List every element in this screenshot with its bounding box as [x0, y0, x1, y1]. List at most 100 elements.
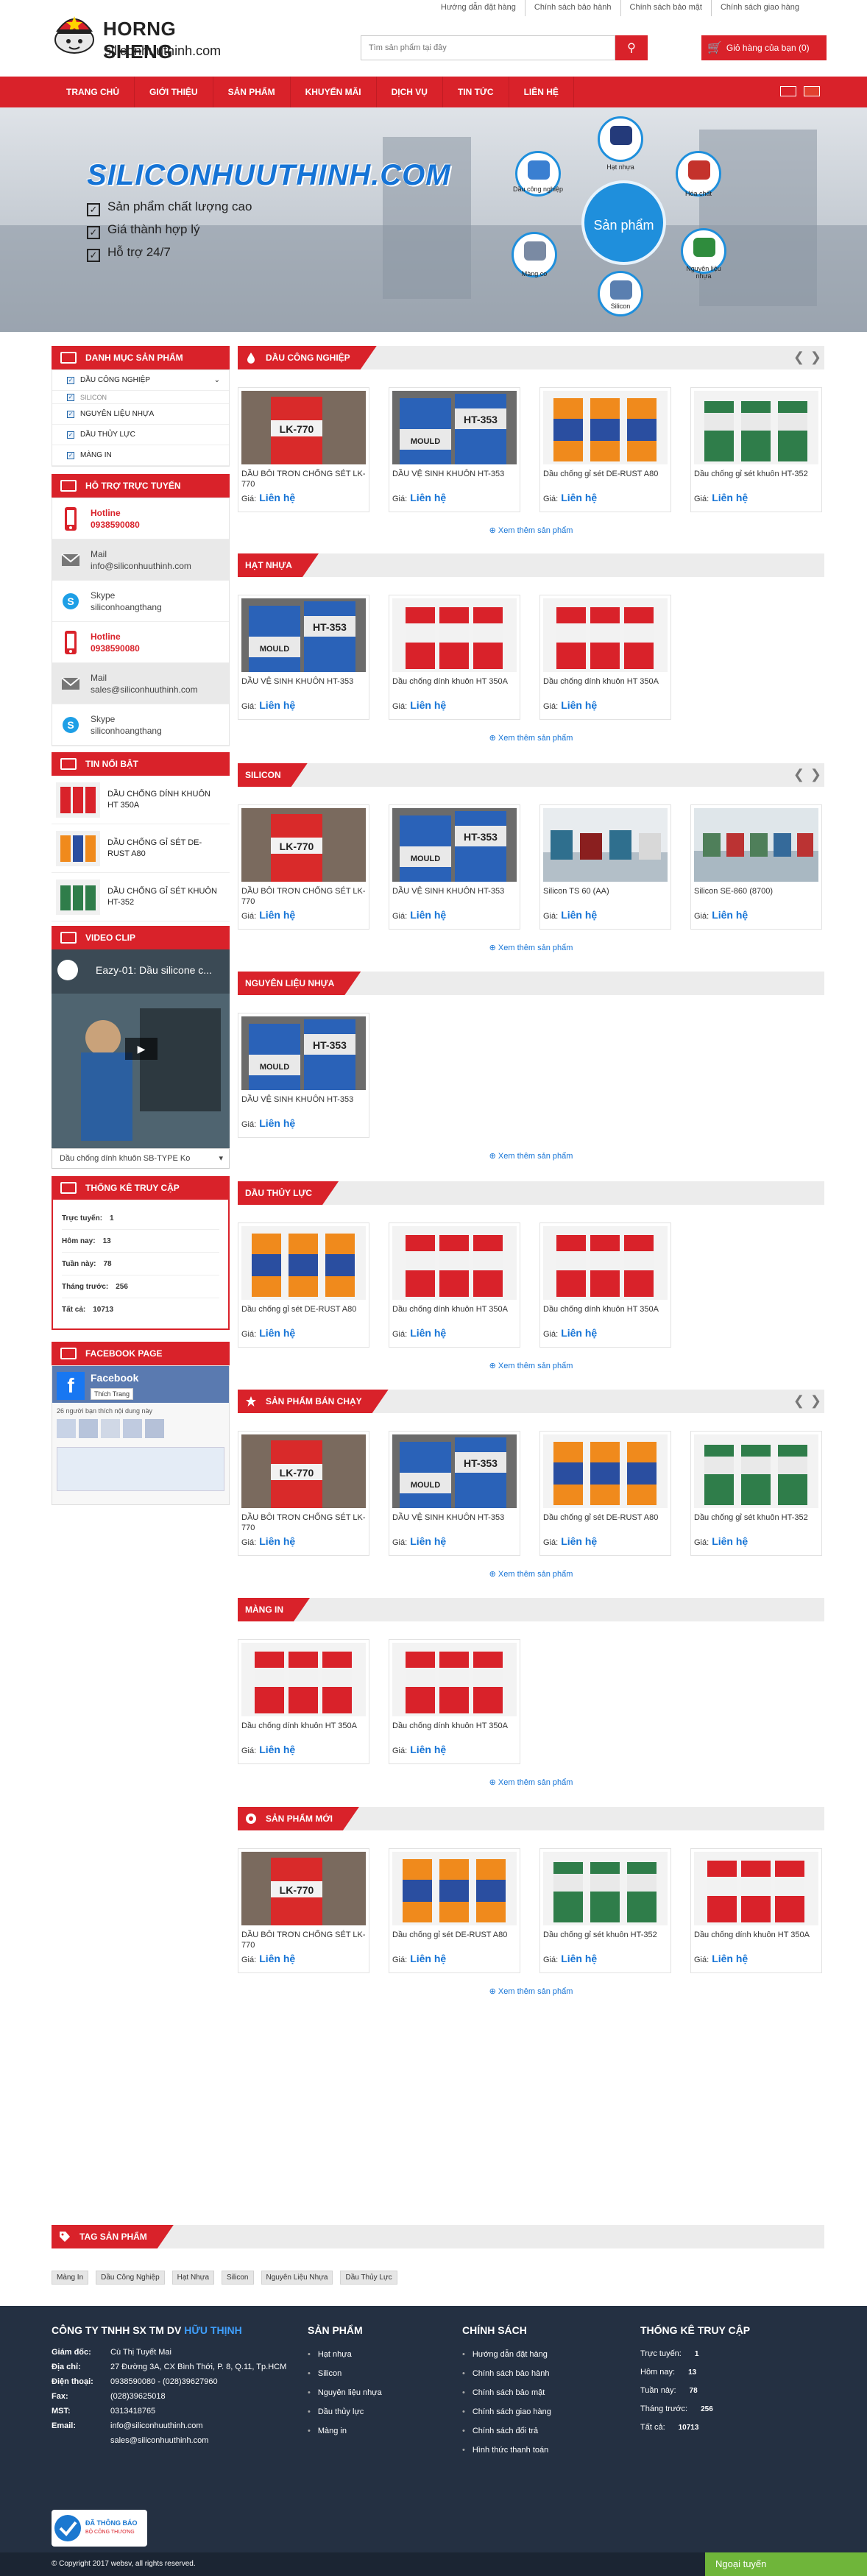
- chevron-left-icon[interactable]: ❮: [793, 1394, 804, 1407]
- footer-link[interactable]: Chính sách bảo hành: [462, 2364, 551, 2383]
- product-image[interactable]: MOULD HT-353: [392, 808, 517, 882]
- news-item[interactable]: DẦU CHỐNG DÍNH KHUÔN HT 350A: [52, 776, 230, 824]
- product-card[interactable]: MOULD HT-353 DẦU VỆ SINH KHUÔN HT-353 Giá: L…: [238, 1013, 369, 1138]
- registered-badge-icon[interactable]: [52, 2510, 147, 2547]
- product-name[interactable]: Dầu chống dính khuôn HT 350A: [392, 676, 517, 687]
- product-image[interactable]: [543, 1434, 668, 1508]
- footer-link[interactable]: Dầu thủy lực: [308, 2402, 382, 2421]
- product-card[interactable]: Dầu chống dính khuôn HT 350A Giá: Liên hệ: [389, 1222, 520, 1348]
- product-card[interactable]: Dầu chống gỉ sét DE-RUST A80 Giá: Liên hệ: [539, 1431, 671, 1556]
- news-item[interactable]: DẦU CHỐNG GỈ SÉT KHUÔN HT-352: [52, 873, 230, 921]
- product-card[interactable]: MOULD HT-353 DẦU VỆ SINH KHUÔN HT-353 Giá: L…: [238, 595, 369, 720]
- nav-products[interactable]: SẢN PHẨM: [213, 77, 291, 107]
- product-image[interactable]: [241, 1226, 366, 1300]
- tag-item[interactable]: Silicon: [222, 2271, 254, 2285]
- product-card[interactable]: Dầu chống dính khuôn HT 350A Giá: Liên hệ: [389, 1639, 520, 1764]
- product-image[interactable]: LK-770: [241, 1434, 366, 1508]
- product-name[interactable]: DẦU BÔI TRƠN CHỐNG SÉT LK-770: [241, 469, 367, 489]
- flag-vn-icon[interactable]: [780, 86, 796, 96]
- flag-cn-icon[interactable]: [804, 86, 820, 96]
- product-card[interactable]: Dầu chống dính khuôn HT 350A Giá: Liên hệ: [389, 595, 520, 720]
- video-select[interactable]: Dầu chống dính khuôn SB-TYPE Ko ▾: [52, 1148, 230, 1169]
- chevron-right-icon[interactable]: ❯: [810, 768, 821, 781]
- play-icon[interactable]: ▶: [125, 1038, 158, 1060]
- product-card[interactable]: MOULD HT-353 DẦU VỆ SINH KHUÔN HT-353 Giá: L…: [389, 1431, 520, 1556]
- footer-link[interactable]: Màng in: [308, 2421, 382, 2441]
- section-title[interactable]: MÀNG IN: [238, 1598, 310, 1621]
- product-card[interactable]: MOULD HT-353 DẦU VỆ SINH KHUÔN HT-353 Giá: L…: [389, 804, 520, 930]
- nav-services[interactable]: DỊCH VỤ: [377, 77, 443, 107]
- product-name[interactable]: DẦU BÔI TRƠN CHỐNG SÉT LK-770: [241, 1512, 367, 1533]
- category-item[interactable]: ✓ SILICON: [52, 391, 229, 404]
- view-more-link[interactable]: ⊕ Xem thêm sản phẩm: [238, 1986, 824, 1996]
- footer-link[interactable]: Chính sách đổi trả: [462, 2421, 551, 2441]
- chevron-left-icon[interactable]: ❮: [793, 350, 804, 364]
- product-image[interactable]: MOULD HT-353: [392, 391, 517, 464]
- product-image[interactable]: LK-770: [241, 1852, 366, 1925]
- section-title[interactable]: DẦU THỦY LỰC: [238, 1181, 339, 1205]
- product-card[interactable]: Dầu chống dính khuôn HT 350A Giá: Liên hệ: [238, 1639, 369, 1764]
- product-image[interactable]: [543, 1852, 668, 1925]
- product-name[interactable]: DẦU VỆ SINH KHUÔN HT-353: [392, 469, 517, 479]
- product-image[interactable]: [392, 1852, 517, 1925]
- site-logo[interactable]: HORNG SHENG siliconhuuthinh.com: [52, 10, 243, 69]
- cart-button[interactable]: 🛒 Giỏ hàng của bạn (0): [701, 35, 827, 60]
- product-name[interactable]: DẦU VỆ SINH KHUÔN HT-353: [392, 1512, 517, 1523]
- product-name[interactable]: Dầu chống gỉ sét DE-RUST A80: [543, 469, 668, 479]
- product-card[interactable]: Dầu chống gỉ sét DE-RUST A80 Giá: Liên hệ: [539, 387, 671, 512]
- video-player[interactable]: Eazy-01: Dầu silicone c... ▶: [52, 949, 230, 1148]
- product-image[interactable]: MOULD HT-353: [241, 598, 366, 672]
- product-name[interactable]: Dầu chống gỉ sét DE-RUST A80: [392, 1930, 517, 1940]
- product-name[interactable]: Dầu chống dính khuôn HT 350A: [392, 1304, 517, 1314]
- section-title[interactable]: HẠT NHỰA: [238, 553, 319, 577]
- view-more-link[interactable]: ⊕ Xem thêm sản phẩm: [238, 943, 824, 952]
- product-card[interactable]: Silicon TS 60 (AA) Giá: Liên hệ: [539, 804, 671, 930]
- product-name[interactable]: Silicon SE-860 (8700): [694, 886, 819, 896]
- product-card[interactable]: MOULD HT-353 DẦU VỆ SINH KHUÔN HT-353 Giá: L…: [389, 387, 520, 512]
- product-image[interactable]: [694, 1434, 818, 1508]
- product-image[interactable]: [392, 1643, 517, 1716]
- chevron-right-icon[interactable]: ❯: [810, 1394, 821, 1407]
- product-card[interactable]: Dầu chống dính khuôn HT 350A Giá: Liên hệ: [539, 1222, 671, 1348]
- product-name[interactable]: Dầu chống gỉ sét khuôn HT-352: [694, 1512, 819, 1523]
- footer-link[interactable]: Hình thức thanh toán: [462, 2441, 551, 2460]
- product-image[interactable]: MOULD HT-353: [392, 1434, 517, 1508]
- footer-link[interactable]: Chính sách giao hàng: [462, 2402, 551, 2421]
- product-name[interactable]: DẦU VỆ SINH KHUÔN HT-353: [241, 1094, 367, 1105]
- product-name[interactable]: Dầu chống dính khuôn HT 350A: [543, 1304, 668, 1314]
- support-item[interactable]: Hotline 0938590080: [52, 622, 229, 663]
- product-name[interactable]: Dầu chống gỉ sét khuôn HT-352: [694, 469, 819, 479]
- product-card[interactable]: LK-770 DẦU BÔI TRƠN CHỐNG SÉT LK-770 Giá: L…: [238, 1431, 369, 1556]
- product-name[interactable]: Dầu chống dính khuôn HT 350A: [241, 1721, 367, 1731]
- product-card[interactable]: Dầu chống dính khuôn HT 350A Giá: Liên hệ: [539, 595, 671, 720]
- product-card[interactable]: Dầu chống gỉ sét khuôn HT-352 Giá: Liên hệ: [690, 387, 822, 512]
- product-name[interactable]: Dầu chống dính khuôn HT 350A: [392, 1721, 517, 1731]
- search-button[interactable]: ⚲: [615, 35, 648, 60]
- category-item[interactable]: ✓ MÀNG IN: [52, 445, 229, 466]
- product-card[interactable]: Dầu chống gỉ sét khuôn HT-352 Giá: Liên hệ: [539, 1848, 671, 1973]
- nav-home[interactable]: TRANG CHỦ: [52, 77, 135, 107]
- product-card[interactable]: Silicon SE-860 (8700) Giá: Liên hệ: [690, 804, 822, 930]
- section-title[interactable]: SILICON: [238, 763, 308, 787]
- tag-item[interactable]: Hạt Nhựa: [171, 2271, 215, 2285]
- section-title[interactable]: NGUYÊN LIỆU NHỰA: [238, 972, 361, 995]
- nav-contact[interactable]: LIÊN HỆ: [509, 77, 574, 107]
- product-card[interactable]: Dầu chống gỉ sét DE-RUST A80 Giá: Liên hệ: [389, 1848, 520, 1973]
- footer-link[interactable]: Hạt nhựa: [308, 2345, 382, 2364]
- nav-news[interactable]: TIN TỨC: [443, 77, 509, 107]
- support-item[interactable]: S Skype siliconhoangthang: [52, 704, 229, 746]
- product-image[interactable]: [241, 1643, 366, 1716]
- section-title[interactable]: SẢN PHẨM MỚI: [238, 1807, 359, 1830]
- footer-link[interactable]: Chính sách bảo mật: [462, 2383, 551, 2402]
- product-image[interactable]: [694, 391, 818, 464]
- product-name[interactable]: DẦU BÔI TRƠN CHỐNG SÉT LK-770: [241, 886, 367, 907]
- product-name[interactable]: Dầu chống dính khuôn HT 350A: [694, 1930, 819, 1940]
- footer-link[interactable]: Silicon: [308, 2364, 382, 2383]
- product-name[interactable]: DẦU VỆ SINH KHUÔN HT-353: [392, 886, 517, 896]
- category-item[interactable]: ✓ DẦU CÔNG NGHIỆP ⌄: [52, 370, 229, 391]
- view-more-link[interactable]: ⊕ Xem thêm sản phẩm: [238, 1777, 824, 1787]
- product-image[interactable]: [694, 808, 818, 882]
- product-card[interactable]: Dầu chống gỉ sét khuôn HT-352 Giá: Liên hệ: [690, 1431, 822, 1556]
- product-name[interactable]: Dầu chống gỉ sét DE-RUST A80: [241, 1304, 367, 1314]
- online-chat-button[interactable]: Ngoại tuyến: [705, 2552, 867, 2576]
